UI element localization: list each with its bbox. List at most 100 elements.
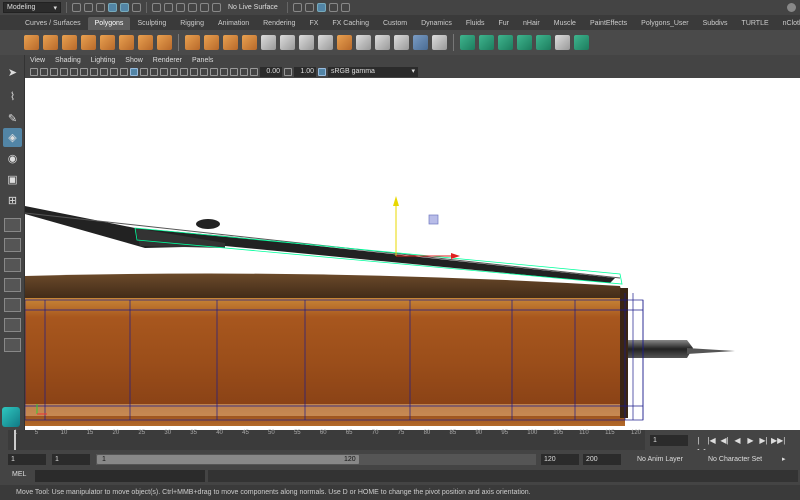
image-plane-icon[interactable] (60, 68, 68, 76)
playback-end-field[interactable]: 120 (541, 454, 579, 465)
layout-custom-icon[interactable] (4, 338, 21, 352)
xray-icon[interactable] (220, 68, 228, 76)
select-by-object-icon[interactable] (120, 3, 129, 12)
tab-subdivs[interactable]: Subdivs (696, 17, 735, 30)
make-live-icon[interactable] (212, 3, 221, 12)
tab-turtle[interactable]: TURTLE (735, 17, 776, 30)
checker-icon[interactable] (555, 35, 570, 50)
poly-sphere-icon[interactable] (24, 35, 39, 50)
poly-prism-icon[interactable] (157, 35, 172, 50)
uv-cylindrical-icon[interactable] (479, 35, 494, 50)
append-polygon-icon[interactable] (299, 35, 314, 50)
bevel-icon[interactable] (375, 35, 390, 50)
snap-point-icon[interactable] (176, 3, 185, 12)
shadows-icon[interactable] (180, 68, 188, 76)
render-icon[interactable] (292, 3, 302, 12)
open-scene-icon[interactable] (84, 3, 93, 12)
command-input[interactable] (35, 470, 205, 482)
layout-two-side-icon[interactable] (4, 258, 21, 272)
resolution-gate-icon[interactable] (90, 68, 98, 76)
field-chart-icon[interactable] (110, 68, 118, 76)
playback-button-0[interactable]: |◀◀ (693, 435, 705, 456)
color-space-dropdown[interactable]: sRGB gamma ▾ (328, 67, 418, 77)
last-tool-icon[interactable]: ⊞ (3, 191, 22, 210)
exposure-icon[interactable] (250, 68, 258, 76)
layout-four-icon[interactable] (4, 238, 21, 252)
uv-layout-icon[interactable] (574, 35, 589, 50)
layout-single-icon[interactable] (4, 218, 21, 232)
time-slider[interactable]: 1510152025303540455055606570758085909510… (0, 430, 800, 456)
tab-nhair[interactable]: nHair (516, 17, 547, 30)
uv-automatic-icon[interactable] (517, 35, 532, 50)
snap-curve-icon[interactable] (164, 3, 173, 12)
viewport-3d[interactable] (25, 78, 800, 430)
current-frame-field[interactable]: 1 (650, 435, 688, 446)
new-scene-icon[interactable] (72, 3, 81, 12)
tab-fx[interactable]: FX (302, 17, 325, 30)
tab-custom[interactable]: Custom (376, 17, 414, 30)
current-time-marker[interactable] (14, 430, 16, 450)
gamma-field[interactable]: 1.00 (294, 67, 316, 77)
bridge-icon[interactable] (356, 35, 371, 50)
select-tool-icon[interactable]: ➤ (3, 63, 22, 82)
anim-end-field[interactable]: 200 (583, 454, 621, 465)
tab-curves-surfaces[interactable]: Curves / Surfaces (18, 17, 88, 30)
menu-panels[interactable]: Panels (192, 57, 213, 64)
playback-button-3[interactable]: ◀ (732, 435, 743, 446)
tab-dynamics[interactable]: Dynamics (414, 17, 459, 30)
textured-icon[interactable] (160, 68, 168, 76)
merge-icon[interactable] (394, 35, 409, 50)
camera-attr-icon[interactable] (40, 68, 48, 76)
menu-view[interactable]: View (30, 57, 45, 64)
color-management-icon[interactable] (318, 68, 326, 76)
tab-animation[interactable]: Animation (211, 17, 256, 30)
lasso-tool-icon[interactable]: ⌇ (3, 87, 22, 106)
manip-y-arrow[interactable] (393, 196, 399, 206)
film-gate-icon[interactable] (80, 68, 88, 76)
snap-grid-icon[interactable] (152, 3, 161, 12)
select-by-hierarchy-icon[interactable] (108, 3, 117, 12)
hypershade-icon[interactable] (328, 3, 338, 12)
safe-action-icon[interactable] (120, 68, 128, 76)
separate-icon[interactable] (204, 35, 219, 50)
xray-joints-icon[interactable] (230, 68, 238, 76)
mel-label[interactable]: MEL (12, 471, 26, 478)
grid-icon[interactable] (70, 68, 78, 76)
uv-editor-icon[interactable] (536, 35, 551, 50)
tab-painteffects[interactable]: PaintEffects (583, 17, 634, 30)
ambient-occlusion-icon[interactable] (190, 68, 198, 76)
poly-pipe-icon[interactable] (138, 35, 153, 50)
menu-lighting[interactable]: Lighting (91, 57, 116, 64)
tab-muscle[interactable]: Muscle (547, 17, 583, 30)
backface-icon[interactable] (240, 68, 248, 76)
isolate-select-icon[interactable] (210, 68, 218, 76)
rotate-tool-icon[interactable]: ◉ (3, 149, 22, 168)
playback-button-2[interactable]: ◀| (719, 435, 730, 446)
boolean-union-icon[interactable] (242, 35, 257, 50)
tab-rendering[interactable]: Rendering (256, 17, 302, 30)
gate-mask-icon[interactable] (100, 68, 108, 76)
gamma-icon[interactable] (284, 68, 292, 76)
render-view-icon[interactable] (340, 3, 350, 12)
render-settings-icon[interactable] (316, 3, 326, 12)
poly-cube-icon[interactable] (43, 35, 58, 50)
anim-start-field[interactable]: 1 (8, 454, 46, 465)
mirror-icon[interactable] (261, 35, 276, 50)
tab-fluids[interactable]: Fluids (459, 17, 492, 30)
tab-polygons[interactable]: Polygons (87, 17, 131, 30)
range-handle[interactable] (97, 455, 359, 464)
playback-button-4[interactable]: ▶ (745, 435, 756, 446)
manip-plane-handle[interactable] (428, 214, 439, 225)
multi-cut-icon[interactable] (318, 35, 333, 50)
snap-view-icon[interactable] (200, 3, 209, 12)
poly-torus-icon[interactable] (100, 35, 115, 50)
character-set-dropdown[interactable]: No Character Set (708, 454, 778, 465)
combine-icon[interactable] (185, 35, 200, 50)
anim-layer-dropdown[interactable]: No Anim Layer (637, 454, 699, 465)
scale-tool-icon[interactable]: ▣ (3, 170, 22, 189)
mode-dropdown[interactable]: Modeling ▾ (3, 2, 61, 13)
wireframe-icon[interactable] (130, 68, 138, 76)
poly-plane-icon[interactable] (119, 35, 134, 50)
layout-two-stack-icon[interactable] (4, 278, 21, 292)
move-tool-icon[interactable]: ◈ (3, 128, 22, 147)
